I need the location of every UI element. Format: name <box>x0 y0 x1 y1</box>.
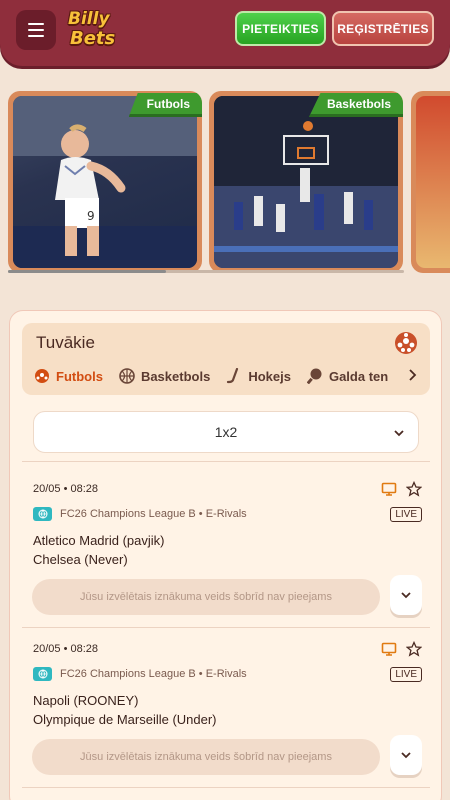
market-select[interactable]: 1x2 <box>33 411 419 453</box>
unavailable-market-notice: Jūsu izvēlētais iznākuma veids šobrīd na… <box>32 739 380 775</box>
globe-icon <box>33 667 52 681</box>
soccer-ball-icon <box>35 369 49 383</box>
basketball-game-image <box>214 96 398 268</box>
divider <box>22 627 430 628</box>
tab-futbols[interactable]: Futbols <box>34 365 103 387</box>
expand-match-button[interactable] <box>390 735 422 775</box>
match-datetime: 20/05 • 08:28 <box>33 643 99 655</box>
register-button[interactable]: REĢISTRĒTIES <box>332 11 434 46</box>
chevron-right-icon[interactable] <box>404 367 420 383</box>
banner-tag: Futbols <box>128 93 202 117</box>
menu-button[interactable] <box>16 10 56 50</box>
section-title: Tuvākie <box>36 333 95 352</box>
tv-icon[interactable] <box>381 641 397 657</box>
soccer-ball-icon <box>395 332 417 354</box>
live-badge: LIVE <box>390 507 422 522</box>
hockey-stick-icon <box>227 368 239 384</box>
chevron-down-icon <box>401 592 411 599</box>
banner-scrollbar[interactable] <box>8 270 404 273</box>
hamburger-icon <box>28 23 44 25</box>
star-icon[interactable] <box>406 481 422 497</box>
chevron-down-icon <box>394 430 404 437</box>
football-player-image: 9 <box>13 96 197 268</box>
top-header: Billy Bets PIETEIKTIES REĢISTRĒTIES <box>0 0 450 66</box>
sport-tabs: Futbols Basketbols Hokejs Galda ten <box>34 365 410 389</box>
match-datetime: 20/05 • 08:28 <box>33 483 99 495</box>
league-name: FC26 Champions League B • E-Rivals <box>60 508 247 520</box>
unavailable-market-notice: Jūsu izvēlētais iznākuma veids šobrīd na… <box>32 579 380 615</box>
tab-basketbols[interactable]: Basketbols <box>119 365 210 387</box>
star-icon[interactable] <box>406 641 422 657</box>
sport-tabs-panel: Tuvākie Futbols Basketbols Hokejs Galda … <box>22 323 430 395</box>
partial-sport-image <box>416 96 450 268</box>
market-select-value: 1x2 <box>214 424 238 440</box>
match-item[interactable]: 20/05 • 08:28 FC26 Champions League B • … <box>32 641 422 793</box>
upcoming-card: Tuvākie Futbols Basketbols Hokejs Galda … <box>9 310 442 800</box>
home-team: Atletico Madrid (pavjik) <box>33 533 165 548</box>
expand-match-button[interactable] <box>390 575 422 615</box>
banner-tag: Basketbols <box>308 93 403 117</box>
away-team: Chelsea (Never) <box>33 552 128 567</box>
billybets-logo[interactable]: Billy Bets <box>64 6 116 54</box>
table-tennis-icon <box>306 368 322 384</box>
basketball-icon <box>119 368 135 384</box>
tab-hokejs[interactable]: Hokejs <box>226 365 291 387</box>
live-badge: LIVE <box>390 667 422 682</box>
login-button[interactable]: PIETEIKTIES <box>235 11 326 46</box>
banner-partial[interactable] <box>411 91 450 273</box>
home-team: Napoli (ROONEY) <box>33 693 139 708</box>
banner-basketball[interactable]: Basketbols <box>209 91 403 273</box>
league-name: FC26 Champions League B • E-Rivals <box>60 668 247 680</box>
banner-football[interactable]: 9 Futbols <box>8 91 202 273</box>
match-item[interactable]: 20/05 • 08:28 FC26 Champions League B • … <box>32 481 422 633</box>
away-team: Olympique de Marseille (Under) <box>33 712 217 727</box>
divider <box>22 461 430 462</box>
tab-galda-teniss[interactable]: Galda ten <box>306 365 388 387</box>
chevron-down-icon <box>401 752 411 759</box>
tv-icon[interactable] <box>381 481 397 497</box>
globe-icon <box>33 507 52 521</box>
divider <box>22 787 430 788</box>
svg-text:9: 9 <box>87 209 95 223</box>
